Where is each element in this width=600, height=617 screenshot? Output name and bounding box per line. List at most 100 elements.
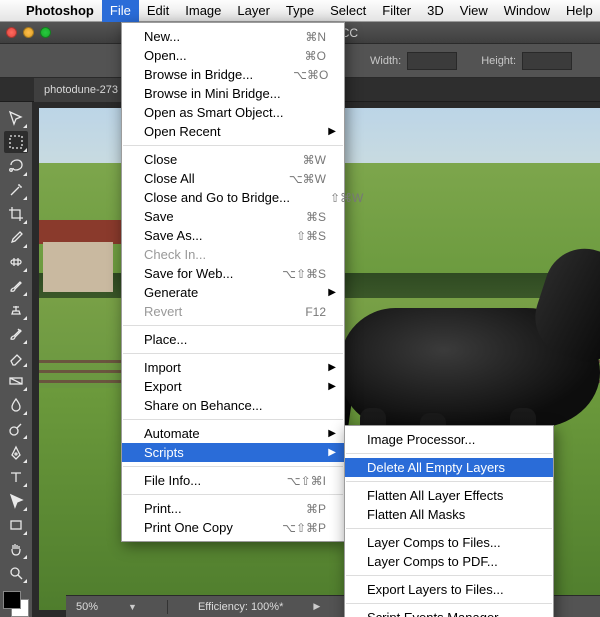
file-menu-item-import[interactable]: Import▶ <box>122 358 344 377</box>
type-tool[interactable] <box>4 466 28 488</box>
clone-stamp-tool[interactable] <box>4 299 28 321</box>
menu-separator <box>346 528 552 529</box>
menu-item-label: Open... <box>144 48 305 63</box>
status-zoom[interactable]: 50% <box>76 601 98 613</box>
lasso-tool[interactable] <box>4 155 28 177</box>
menu-item-shortcut: ⌥⇧⌘S <box>282 267 326 281</box>
scripts-menu-item-export-layers-to-files[interactable]: Export Layers to Files... <box>345 580 553 599</box>
chevron-right-icon: ▶ <box>328 381 336 392</box>
file-menu-item-close-and-go-to-bridge[interactable]: Close and Go to Bridge...⇧⌘W <box>122 188 344 207</box>
menu-item-shortcut: ⌘W <box>303 153 326 167</box>
menu-item-label: Image Processor... <box>367 432 535 447</box>
option-height-label: Height: <box>481 55 516 67</box>
chevron-right-icon: ▶ <box>328 428 336 439</box>
file-menu-item-open-recent[interactable]: Open Recent▶ <box>122 122 344 141</box>
status-efficiency: Efficiency: 100%* <box>198 601 283 613</box>
blur-tool[interactable] <box>4 394 28 416</box>
menu-item-shortcut: ⌘O <box>305 49 326 63</box>
menubar-item-select[interactable]: Select <box>322 0 374 22</box>
gradient-tool[interactable] <box>4 370 28 392</box>
menubar-item-view[interactable]: View <box>452 0 496 22</box>
scripts-menu-item-image-processor[interactable]: Image Processor... <box>345 430 553 449</box>
history-brush-tool[interactable] <box>4 323 28 345</box>
foreground-background-swatch[interactable] <box>3 591 29 617</box>
file-menu-item-close-all[interactable]: Close All⌥⌘W <box>122 169 344 188</box>
file-menu-item-share-on-behance[interactable]: Share on Behance... <box>122 396 344 415</box>
file-menu-item-generate[interactable]: Generate▶ <box>122 283 344 302</box>
file-menu-item-save-for-web[interactable]: Save for Web...⌥⇧⌘S <box>122 264 344 283</box>
file-menu-item-save[interactable]: Save⌘S <box>122 207 344 226</box>
menu-separator <box>123 466 343 467</box>
file-menu-item-new[interactable]: New...⌘N <box>122 27 344 46</box>
document-tab-label: photodune-273 <box>44 84 118 96</box>
menubar-item-3d[interactable]: 3D <box>419 0 452 22</box>
option-height-field[interactable] <box>522 52 572 70</box>
scripts-menu-item-delete-all-empty-layers[interactable]: Delete All Empty Layers <box>345 458 553 477</box>
menubar-item-file[interactable]: File <box>102 0 139 22</box>
file-menu-item-print-one-copy[interactable]: Print One Copy⌥⇧⌘P <box>122 518 344 537</box>
scripts-menu-item-flatten-all-layer-effects[interactable]: Flatten All Layer Effects <box>345 486 553 505</box>
window-zoom-button[interactable] <box>40 27 51 38</box>
menubar-item-layer[interactable]: Layer <box>229 0 278 22</box>
chevron-right-icon: ▶ <box>328 362 336 373</box>
menubar-item-edit[interactable]: Edit <box>139 0 177 22</box>
zoom-tool[interactable] <box>4 562 28 584</box>
menu-item-label: Share on Behance... <box>144 398 326 413</box>
scripts-menu-item-script-events-manager[interactable]: Script Events Manager... <box>345 608 553 617</box>
menubar-app-name[interactable]: Photoshop <box>18 0 102 22</box>
option-width-field[interactable] <box>407 52 457 70</box>
file-menu-item-browse-in-mini-bridge[interactable]: Browse in Mini Bridge... <box>122 84 344 103</box>
file-menu-item-browse-in-bridge[interactable]: Browse in Bridge...⌥⌘O <box>122 65 344 84</box>
eraser-tool[interactable] <box>4 347 28 369</box>
path-selection-tool[interactable] <box>4 490 28 512</box>
file-menu-item-close[interactable]: Close⌘W <box>122 150 344 169</box>
move-tool[interactable] <box>4 107 28 129</box>
file-menu-item-revert: RevertF12 <box>122 302 344 321</box>
menubar-item-image[interactable]: Image <box>177 0 229 22</box>
chevron-down-icon[interactable]: ▼ <box>128 602 137 612</box>
menu-item-label: Layer Comps to Files... <box>367 535 541 550</box>
file-menu-item-export[interactable]: Export▶ <box>122 377 344 396</box>
menu-item-label: Browse in Mini Bridge... <box>144 86 326 101</box>
chevron-right-icon: ▶ <box>328 447 336 458</box>
pen-tool[interactable] <box>4 442 28 464</box>
window-close-button[interactable] <box>6 27 17 38</box>
menu-item-label: Save for Web... <box>144 266 282 281</box>
menu-item-label: Import <box>144 360 326 375</box>
menu-item-shortcut: F12 <box>305 305 326 319</box>
window-minimize-button[interactable] <box>23 27 34 38</box>
menu-item-shortcut: ⇧⌘S <box>296 229 326 243</box>
chevron-right-icon[interactable]: ▶ <box>313 601 320 612</box>
menu-item-label: Scripts <box>144 445 326 460</box>
menubar-item-type[interactable]: Type <box>278 0 322 22</box>
file-menu-item-open-as-smart-object[interactable]: Open as Smart Object... <box>122 103 344 122</box>
crop-tool[interactable] <box>4 203 28 225</box>
hand-tool[interactable] <box>4 538 28 560</box>
brush-tool[interactable] <box>4 275 28 297</box>
file-menu-item-file-info[interactable]: File Info...⌥⇧⌘I <box>122 471 344 490</box>
menubar-item-window[interactable]: Window <box>496 0 558 22</box>
rectangular-marquee-tool[interactable] <box>4 131 28 153</box>
scripts-menu-item-layer-comps-to-files[interactable]: Layer Comps to Files... <box>345 533 553 552</box>
file-menu-item-automate[interactable]: Automate▶ <box>122 424 344 443</box>
spot-healing-tool[interactable] <box>4 251 28 273</box>
menu-item-shortcut: ⌥⇧⌘I <box>287 474 326 488</box>
file-menu: New...⌘NOpen...⌘OBrowse in Bridge...⌥⌘OB… <box>121 22 345 542</box>
dodge-tool[interactable] <box>4 418 28 440</box>
file-menu-item-scripts[interactable]: Scripts▶ <box>122 443 344 462</box>
menu-item-label: Close <box>144 152 303 167</box>
menubar-item-filter[interactable]: Filter <box>374 0 419 22</box>
file-menu-item-place[interactable]: Place... <box>122 330 344 349</box>
file-menu-item-save-as[interactable]: Save As...⇧⌘S <box>122 226 344 245</box>
eyedropper-tool[interactable] <box>4 227 28 249</box>
file-menu-item-print[interactable]: Print...⌘P <box>122 499 344 518</box>
magic-wand-tool[interactable] <box>4 179 28 201</box>
menu-item-shortcut: ⌘N <box>305 30 326 44</box>
scripts-menu-item-flatten-all-masks[interactable]: Flatten All Masks <box>345 505 553 524</box>
rectangle-tool[interactable] <box>4 514 28 536</box>
file-menu-item-open[interactable]: Open...⌘O <box>122 46 344 65</box>
file-menu-item-check-in: Check In... <box>122 245 344 264</box>
menubar-item-help[interactable]: Help <box>558 0 600 22</box>
menu-separator <box>346 481 552 482</box>
scripts-menu-item-layer-comps-to-pdf[interactable]: Layer Comps to PDF... <box>345 552 553 571</box>
